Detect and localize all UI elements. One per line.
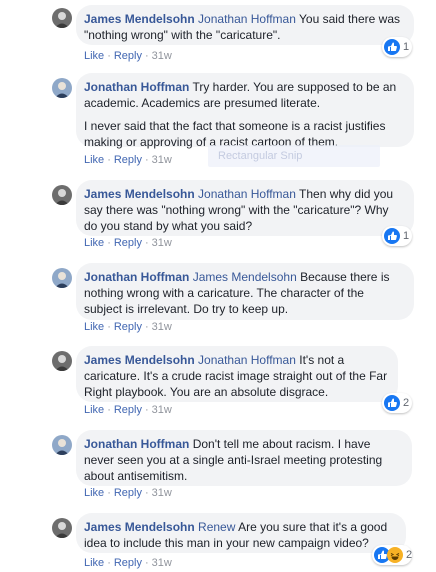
avatar[interactable] [52,351,72,371]
reply-link[interactable]: Reply [114,154,142,166]
comment-mention[interactable]: Jonathan Hoffman [198,187,296,201]
comment-actions: Like · Reply · 31w [84,320,172,334]
comment-mention[interactable]: Jonathan Hoffman [198,353,296,367]
timestamp[interactable]: 31w [152,154,172,166]
avatar[interactable] [52,185,72,205]
comment-mention[interactable]: Renew [198,520,235,534]
comment-bubble: James Mendelsohn Jonathan Hoffman Then w… [76,180,414,236]
timestamp[interactable]: 31w [152,404,172,416]
separator: · [144,321,149,333]
reaction-count: 2 [403,397,410,409]
comment-bubble: Jonathan Hoffman James Mendelsohn Becaus… [76,263,414,320]
reaction-badge[interactable]: 1 [382,226,412,246]
avatar[interactable] [52,78,72,98]
comment-author[interactable]: James Mendelsohn [84,353,195,367]
like-reaction-icon [384,395,400,411]
separator: · [144,237,149,249]
timestamp[interactable]: 31w [152,557,172,569]
reaction-badge[interactable]: 1 [382,37,412,57]
comment-author[interactable]: James Mendelsohn [84,187,195,201]
haha-reaction-icon [387,547,403,563]
snip-overlay: Rectangular Snip [208,145,380,167]
reaction-badge[interactable]: 2 [372,545,412,565]
comment-actions: Like · Reply · 31w [84,486,172,500]
separator: · [107,487,111,499]
separator: · [144,404,149,416]
like-reaction-icon [384,39,400,55]
separator: · [107,557,111,569]
like-link[interactable]: Like [84,237,104,249]
reply-link[interactable]: Reply [114,487,142,499]
reply-link[interactable]: Reply [114,557,142,569]
comment-bubble: James Mendelsohn Jonathan Hoffman You sa… [76,5,414,45]
like-reaction-icon [384,228,400,244]
comment-author[interactable]: Jonathan Hoffman [84,437,189,451]
comment-author[interactable]: James Mendelsohn [84,12,195,26]
timestamp[interactable]: 31w [152,50,172,62]
separator: · [107,154,111,166]
like-link[interactable]: Like [84,487,104,499]
comment-actions: Like · Reply · 31w [84,49,172,63]
comment-author[interactable]: Jonathan Hoffman [84,270,189,284]
reply-link[interactable]: Reply [114,321,142,333]
comment-bubble: Jonathan Hoffman Try harder. You are sup… [76,73,414,149]
comment-actions: Like · Reply · 31w [84,153,172,167]
reaction-count: 2 [406,549,413,561]
comment-bubble: James Mendelsohn Renew Are you sure that… [76,513,406,553]
like-link[interactable]: Like [84,557,104,569]
comment-author[interactable]: Jonathan Hoffman [84,80,189,94]
separator: · [144,154,149,166]
like-link[interactable]: Like [84,50,104,62]
avatar[interactable] [52,435,72,455]
comment-bubble: Jonathan Hoffman Don't tell me about rac… [76,430,412,486]
reply-link[interactable]: Reply [114,404,142,416]
separator: · [144,487,149,499]
timestamp[interactable]: 31w [152,487,172,499]
like-link[interactable]: Like [84,154,104,166]
separator: · [107,50,111,62]
comment-mention[interactable]: Jonathan Hoffman [198,12,296,26]
separator: · [107,237,111,249]
reply-link[interactable]: Reply [114,50,142,62]
separator: · [144,50,149,62]
timestamp[interactable]: 31w [152,321,172,333]
comment-mention[interactable]: James Mendelsohn [193,270,297,284]
separator: · [144,557,149,569]
comment-actions: Like · Reply · 31w [84,403,172,417]
avatar[interactable] [52,8,72,28]
comment-author[interactable]: James Mendelsohn [84,520,195,534]
comment-bubble: James Mendelsohn Jonathan Hoffman It's n… [76,346,398,402]
comment-actions: Like · Reply · 31w [84,556,172,570]
avatar[interactable] [52,518,72,538]
avatar[interactable] [52,268,72,288]
reaction-count: 1 [403,41,410,53]
like-link[interactable]: Like [84,404,104,416]
comment-actions: Like · Reply · 31w [84,236,172,250]
timestamp[interactable]: 31w [152,237,172,249]
separator: · [107,321,111,333]
reply-link[interactable]: Reply [114,237,142,249]
reaction-badge[interactable]: 2 [382,393,412,413]
reaction-count: 1 [403,230,410,242]
separator: · [107,404,111,416]
like-link[interactable]: Like [84,321,104,333]
